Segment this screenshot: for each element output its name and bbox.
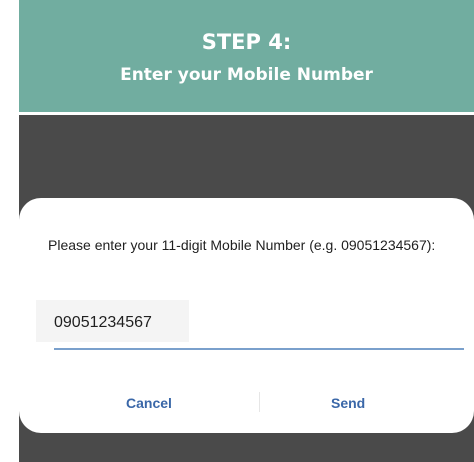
banner-divider: [19, 112, 474, 115]
dialog-prompt: Please enter your 11-digit Mobile Number…: [48, 237, 436, 253]
step-title: STEP 4:: [201, 30, 292, 54]
mobile-number-input[interactable]: 09051234567: [54, 314, 152, 332]
button-divider: [259, 392, 260, 412]
cancel-button[interactable]: Cancel: [126, 395, 172, 411]
step-subtitle: Enter your Mobile Number: [120, 65, 373, 85]
input-underline: [54, 348, 464, 350]
mobile-number-dialog: Please enter your 11-digit Mobile Number…: [19, 198, 474, 433]
send-button[interactable]: Send: [331, 395, 365, 411]
instruction-banner: STEP 4: Enter your Mobile Number: [19, 0, 474, 112]
screenshot-frame: STEP 4: Enter your Mobile Number Please …: [19, 0, 474, 462]
